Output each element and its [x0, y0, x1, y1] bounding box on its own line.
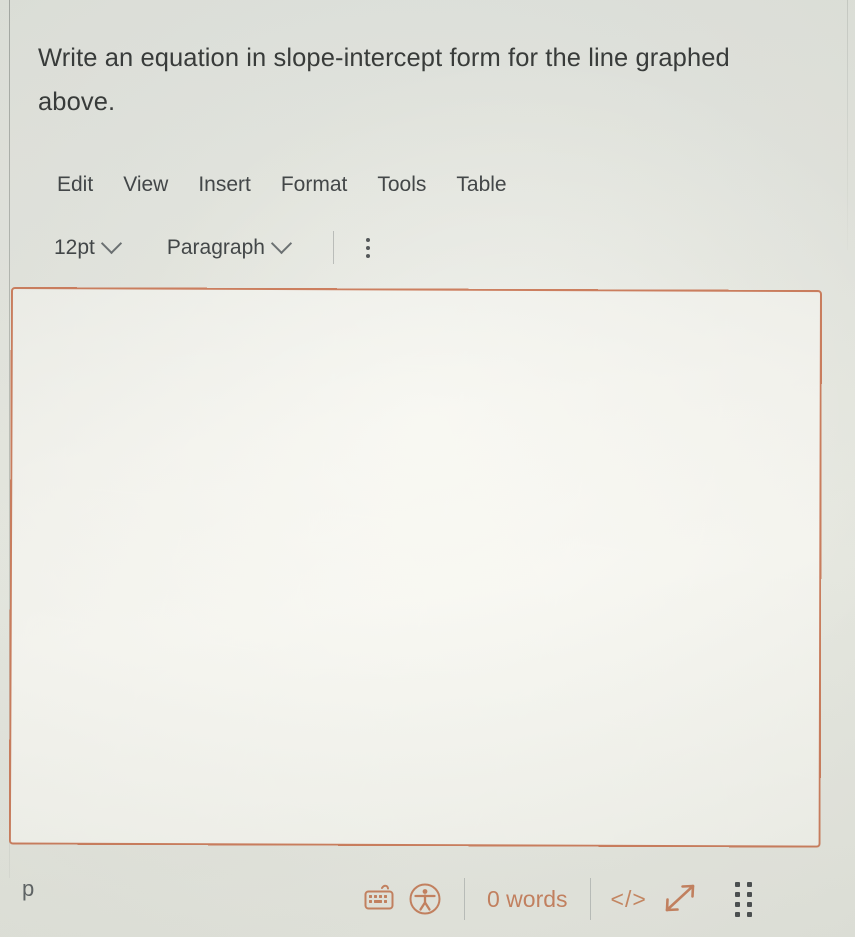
editor-toolbar: 12pt Paragraph: [44, 231, 380, 264]
canvas-quiz-answer-screen: Write an equation in slope-intercept for…: [0, 0, 855, 937]
menu-item-insert[interactable]: Insert: [183, 170, 266, 200]
editor-menubar: Edit View Insert Format Tools Table: [42, 170, 522, 200]
font-size-select[interactable]: 12pt: [44, 232, 129, 263]
toolbar-divider: [332, 231, 334, 264]
statusbar-divider-right: [589, 878, 591, 920]
question-prompt-text: Write an equation in slope-intercept for…: [38, 44, 730, 116]
page-right-edge-line: [847, 0, 848, 250]
statusbar-divider-left: [464, 878, 465, 920]
statusbar-controls: 0 words </>: [356, 868, 752, 930]
keyboard-icon[interactable]: [356, 876, 402, 922]
menu-item-format[interactable]: Format: [266, 170, 363, 200]
diagonal-resize-arrow-icon[interactable]: [651, 874, 709, 924]
answer-editor-content-area[interactable]: [11, 289, 820, 846]
menu-item-view[interactable]: View: [108, 170, 183, 200]
chevron-down-icon: [100, 232, 122, 255]
word-count-label[interactable]: 0 words: [481, 886, 574, 913]
rich-text-editor-box[interactable]: [8, 287, 822, 848]
block-format-select[interactable]: Paragraph: [157, 232, 299, 263]
code-brackets-icon[interactable]: </>: [607, 886, 651, 913]
element-path-indicator[interactable]: p: [22, 878, 34, 900]
menu-item-tools[interactable]: Tools: [362, 170, 441, 200]
menu-item-table[interactable]: Table: [441, 170, 521, 200]
menu-item-edit[interactable]: Edit: [42, 170, 108, 200]
accessibility-checker-icon[interactable]: [402, 876, 448, 922]
block-format-value: Paragraph: [166, 235, 265, 259]
kebab-menu-icon[interactable]: [356, 234, 380, 262]
font-size-value: 12pt: [54, 235, 95, 259]
resize-grip-dots-icon[interactable]: [734, 881, 752, 917]
editor-statusbar: p 0 words </>: [0, 862, 855, 937]
chevron-down-icon: [270, 232, 293, 255]
